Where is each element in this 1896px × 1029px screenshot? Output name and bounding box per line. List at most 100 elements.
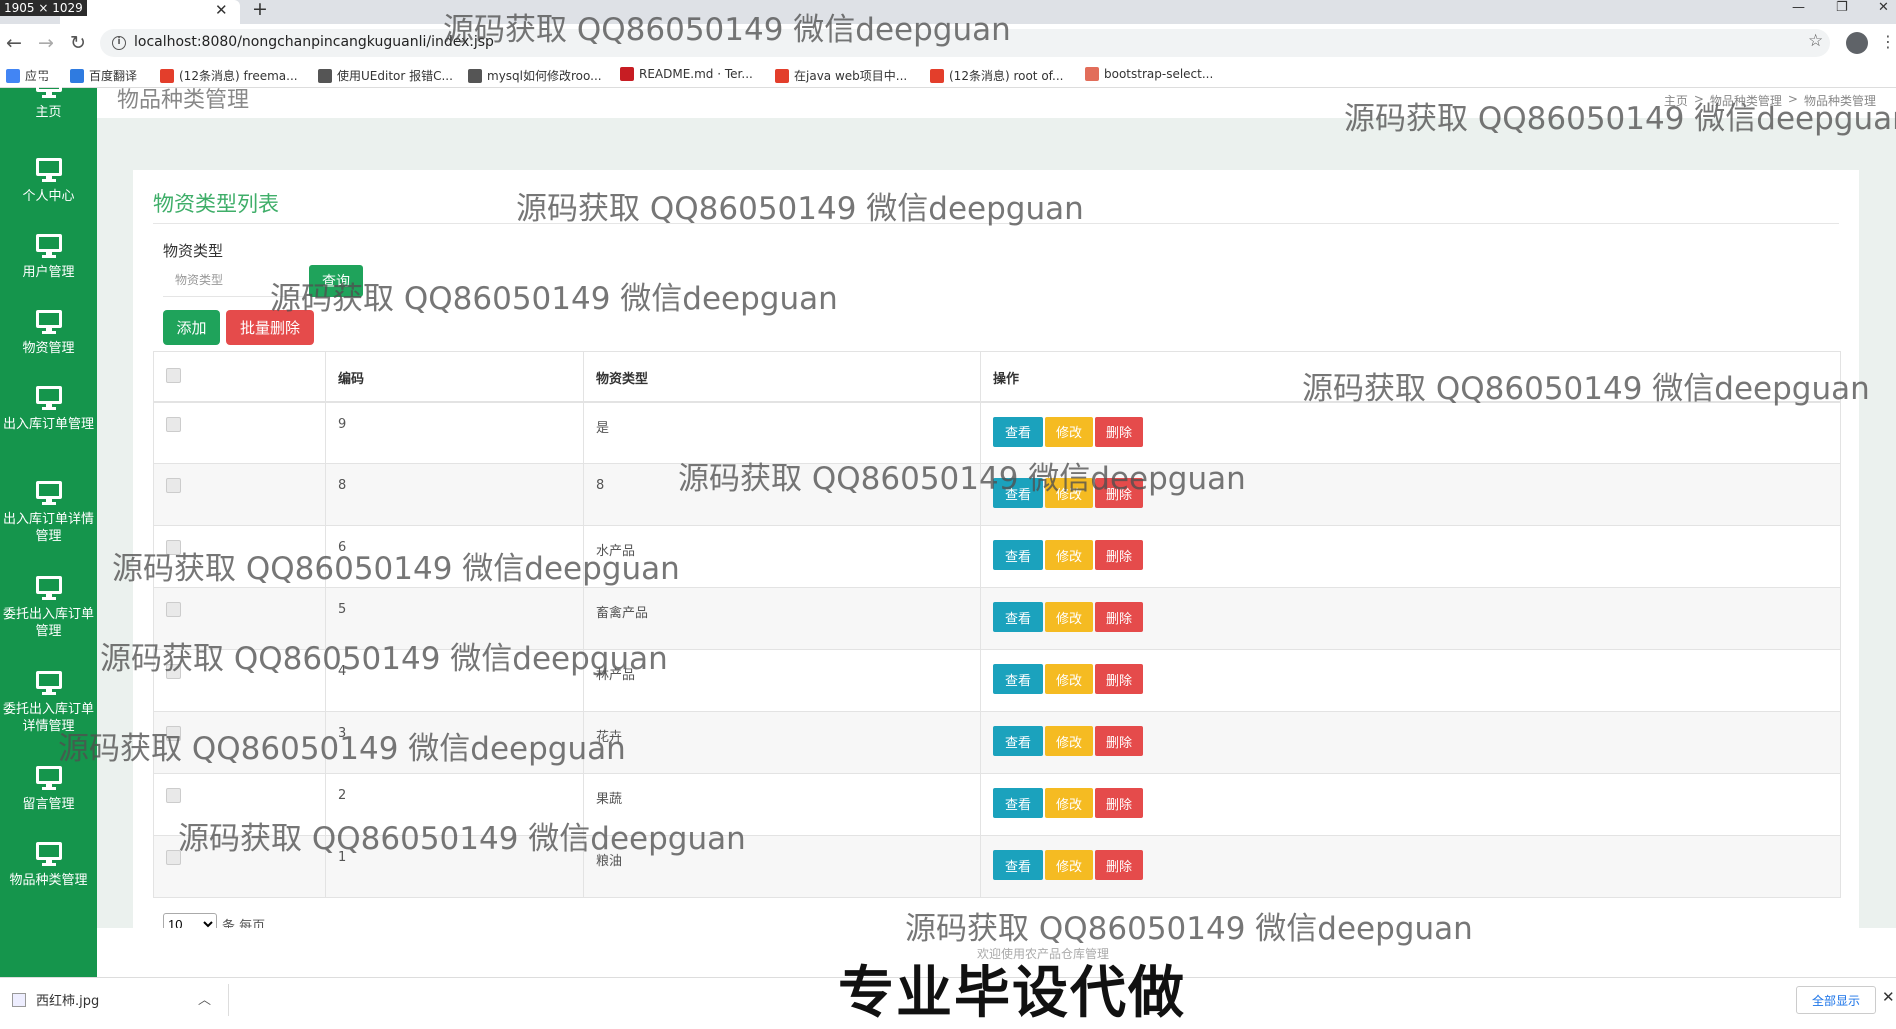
restore-icon[interactable]: ❐ <box>1836 0 1848 15</box>
sidebar-item[interactable]: 出入库订单管理 <box>0 386 97 433</box>
delete-button[interactable]: 删除 <box>1095 478 1143 508</box>
edit-button[interactable]: 修改 <box>1045 478 1093 508</box>
edit-button[interactable]: 修改 <box>1045 664 1093 694</box>
bookmark-item[interactable]: (12条消息) root of... <box>930 67 1063 84</box>
add-button[interactable]: 添加 <box>163 310 220 345</box>
row-select-cell[interactable] <box>153 525 326 588</box>
view-button[interactable]: 查看 <box>993 478 1043 508</box>
view-button[interactable]: 查看 <box>993 726 1043 756</box>
bookmark-item[interactable]: 在java web项目中... <box>775 67 907 84</box>
row-select-cell[interactable] <box>153 835 326 898</box>
sidebar-item[interactable]: 委托出入库订单管理 <box>0 576 97 640</box>
view-button[interactable]: 查看 <box>993 788 1043 818</box>
actions-cell: 查看 修改 删除 <box>980 587 1841 650</box>
sidebar-item-label: 主页 <box>35 105 62 120</box>
sidebar-item[interactable]: 个人中心 <box>0 158 97 205</box>
view-button[interactable]: 查看 <box>993 416 1043 447</box>
sidebar-item[interactable]: 出入库订单详情管理 <box>0 481 97 545</box>
window-close-icon[interactable]: ✕ <box>1878 0 1889 15</box>
row-actions: 查看 修改 删除 <box>993 602 1828 632</box>
panel-title: 物资类型列表 <box>153 192 279 216</box>
bookmark-label: 使用UEditor 报错C... <box>337 69 453 83</box>
sidebar-item[interactable]: 物品种类管理 <box>0 842 97 889</box>
row-select-cell[interactable] <box>153 463 326 526</box>
bookmark-item[interactable]: bootstrap-select... <box>1085 67 1213 81</box>
delete-button[interactable]: 删除 <box>1095 788 1143 818</box>
edit-button[interactable]: 修改 <box>1045 850 1093 880</box>
row-checkbox[interactable] <box>166 726 181 741</box>
monitor-icon <box>35 766 62 790</box>
row-checkbox[interactable] <box>166 664 181 679</box>
sidebar-item[interactable]: 留言管理 <box>0 766 97 813</box>
reload-icon[interactable]: ↻ <box>70 32 86 54</box>
bookmark-item[interactable]: mysql如何修改roo... <box>468 67 602 84</box>
edit-button[interactable]: 修改 <box>1045 416 1093 447</box>
bookmark-star-icon[interactable]: ☆ <box>1808 31 1823 51</box>
bird-icon <box>468 68 482 83</box>
view-button[interactable]: 查看 <box>993 850 1043 880</box>
header-actions: 操作 <box>980 351 1841 403</box>
row-checkbox[interactable] <box>166 602 181 617</box>
delete-button[interactable]: 删除 <box>1095 664 1143 694</box>
browser-tab[interactable] <box>60 0 240 24</box>
row-checkbox[interactable] <box>166 478 181 493</box>
forward-icon[interactable]: → <box>38 32 54 54</box>
sidebar-item[interactable]: 用户管理 <box>0 234 97 281</box>
new-tab-icon[interactable]: + <box>252 0 268 20</box>
close-tab-icon[interactable]: ✕ <box>215 1 228 19</box>
bookmark-item[interactable]: 使用UEditor 报错C... <box>318 67 453 84</box>
row-checkbox[interactable] <box>166 416 181 432</box>
url-text[interactable]: localhost:8080/nongchanpincangkuguanli/i… <box>134 34 494 50</box>
profile-icon[interactable] <box>1846 32 1868 54</box>
table-row: 6 水产品 查看 修改 删除 <box>153 525 1841 588</box>
bookmark-item[interactable]: README.md · Ter... <box>620 67 753 81</box>
browser-menu-icon[interactable]: ⋮ <box>1880 32 1896 51</box>
view-button[interactable]: 查看 <box>993 664 1043 694</box>
batch-delete-button[interactable]: 批量删除 <box>226 310 314 345</box>
sidebar-item[interactable]: 委托出入库订单详情管理 <box>0 671 97 735</box>
search-input[interactable] <box>163 263 303 297</box>
chevron-up-icon[interactable]: ︿ <box>198 989 211 1008</box>
code-cell: 9 <box>325 401 584 464</box>
edit-button[interactable]: 修改 <box>1045 602 1093 632</box>
row-checkbox[interactable] <box>166 540 181 555</box>
sidebar-item[interactable]: 主页 <box>0 74 97 121</box>
breadcrumb-item[interactable]: 物品种类管理 <box>1804 92 1876 109</box>
edit-button[interactable]: 修改 <box>1045 788 1093 818</box>
breadcrumb-item[interactable]: 物品种类管理 <box>1710 92 1782 109</box>
table-row: 8 8 查看 修改 删除 <box>153 463 1841 526</box>
delete-button[interactable]: 删除 <box>1095 726 1143 756</box>
delete-button[interactable]: 删除 <box>1095 540 1143 570</box>
header-select-all[interactable] <box>153 351 326 403</box>
gitee-icon <box>620 67 634 81</box>
row-select-cell[interactable] <box>153 773 326 836</box>
close-icon[interactable]: ✕ <box>1882 988 1895 1006</box>
delete-button[interactable]: 删除 <box>1095 416 1143 447</box>
back-icon[interactable]: ← <box>6 32 22 54</box>
list-panel: 物资类型列表 物资类型 查询 添加 批量删除 编码 物资类型 操作 9是查看修改… <box>133 170 1859 928</box>
sidebar-item[interactable]: 物资管理 <box>0 310 97 357</box>
row-checkbox[interactable] <box>166 850 181 865</box>
delete-button[interactable]: 删除 <box>1095 602 1143 632</box>
select-all-checkbox[interactable] <box>166 368 181 383</box>
row-actions: 查看 修改 删除 <box>993 726 1828 756</box>
edit-button[interactable]: 修改 <box>1045 726 1093 756</box>
row-checkbox[interactable] <box>166 788 181 803</box>
row-select-cell[interactable] <box>153 587 326 650</box>
download-item[interactable]: 西红柿.jpg <box>12 990 99 1009</box>
view-button[interactable]: 查看 <box>993 540 1043 570</box>
url-field[interactable]: i localhost:8080/nongchanpincangkuguanli… <box>100 29 1830 57</box>
view-button[interactable]: 查看 <box>993 602 1043 632</box>
delete-button[interactable]: 删除 <box>1095 850 1143 880</box>
row-select-cell[interactable] <box>153 401 326 464</box>
search-button[interactable]: 查询 <box>309 265 363 297</box>
info-icon[interactable]: i <box>112 36 126 50</box>
edit-button[interactable]: 修改 <box>1045 540 1093 570</box>
minimize-icon[interactable]: — <box>1792 0 1805 15</box>
breadcrumb-item[interactable]: 主页 <box>1664 92 1688 109</box>
show-all-button[interactable]: 全部显示 <box>1796 986 1876 1014</box>
row-select-cell[interactable] <box>153 711 326 774</box>
row-actions: 查看 修改 删除 <box>993 540 1828 570</box>
row-actions: 查看 修改 删除 <box>993 478 1828 508</box>
row-select-cell[interactable] <box>153 649 326 712</box>
